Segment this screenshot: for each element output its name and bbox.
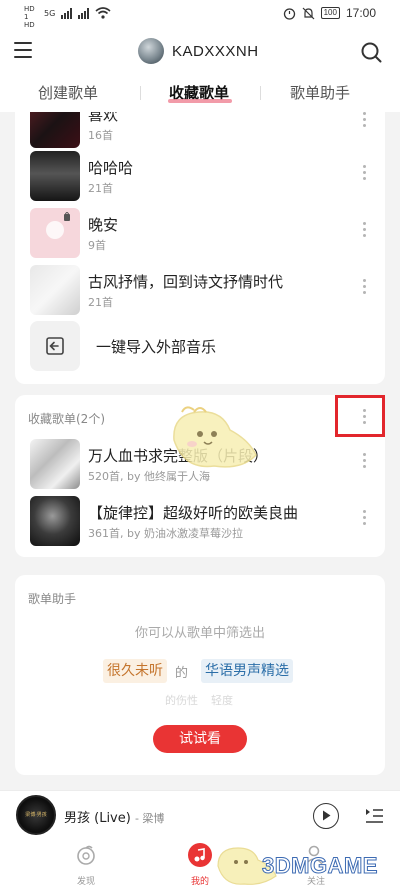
mini-player[interactable]: 梁博·男孩 男孩 (Live) - 梁博 xyxy=(0,790,400,838)
connector-text: 的 xyxy=(175,666,189,681)
playlist-cover-art xyxy=(46,212,70,239)
playlist-item[interactable]: 古风抒情，回到诗文抒情时代 21首 xyxy=(30,265,370,315)
play-icon xyxy=(323,810,331,821)
playlist-cover xyxy=(30,265,80,315)
playlist-tabs: 创建歌单 收藏歌单 歌单助手 xyxy=(0,76,400,112)
song-title: 男孩 (Live) xyxy=(64,811,131,826)
playlist-count: 9首 xyxy=(88,239,106,252)
clock: 17:00 xyxy=(345,6,376,20)
created-playlists-card: 喜欢 16首 哈哈哈 21首 晚安 9首 古风抒情，回到诗文抒情时代 21首 一… xyxy=(15,112,385,384)
tab-divider xyxy=(260,86,261,100)
signal-icon-2 xyxy=(78,7,90,19)
playlist-title: 晚安 xyxy=(88,216,119,234)
import-music-button[interactable]: 一键导入外部音乐 xyxy=(30,321,370,371)
tab-created[interactable]: 创建歌单 xyxy=(38,82,98,103)
playlist-helper-card: 歌单助手 你可以从歌单中筛选出 很久未听 的 华语男声精选 的伤性 轻度 试试看 xyxy=(15,575,385,775)
faded-tag: 轻度 xyxy=(211,694,233,707)
wifi-icon xyxy=(95,7,111,19)
playlist-count: 21首 xyxy=(88,296,113,309)
playlist-title: 喜欢 xyxy=(88,112,119,124)
sim1-label: HD 1 xyxy=(24,5,35,21)
status-bar: HD 1 HD 2 5G 100 17:00 xyxy=(0,0,400,37)
filter-tag[interactable]: 华语男声精选 xyxy=(201,659,293,683)
import-icon xyxy=(30,321,80,371)
mascot-watermark xyxy=(173,406,257,468)
now-playing-title: 男孩 (Live) - 梁博 xyxy=(64,807,164,826)
menu-icon[interactable] xyxy=(14,42,32,58)
alarm-icon xyxy=(283,7,295,20)
more-options-icon[interactable] xyxy=(358,222,370,244)
playlist-item[interactable]: 【旋律控】超级好听的欧美良曲 361首, by 奶油冰激凌草莓沙拉 xyxy=(30,496,370,546)
user-profile[interactable]: KADXXXNH xyxy=(138,38,259,64)
music-note-icon xyxy=(188,843,212,867)
playlist-title: 【旋律控】超级好听的欧美良曲 xyxy=(88,504,299,522)
mute-icon xyxy=(302,7,315,19)
signal-icon xyxy=(61,7,73,19)
highlight-annotation-box xyxy=(335,395,385,437)
playlist-subtitle: 361首, by 奶油冰激凌草莓沙拉 xyxy=(88,527,243,540)
filter-tag[interactable]: 很久未听 xyxy=(103,659,167,683)
discover-icon xyxy=(77,845,95,865)
play-button[interactable] xyxy=(313,803,339,829)
more-options-icon[interactable] xyxy=(358,510,370,532)
playlist-cover xyxy=(30,151,80,201)
tab-helper[interactable]: 歌单助手 xyxy=(290,82,350,103)
playlist-item[interactable]: 喜欢 16首 xyxy=(30,112,370,148)
try-button[interactable]: 试试看 xyxy=(153,725,247,753)
playlist-title: 古风抒情，回到诗文抒情时代 xyxy=(88,273,284,291)
playlist-queue-icon[interactable] xyxy=(364,805,384,825)
site-watermark: 3DMGAME xyxy=(262,853,378,879)
playlist-cover xyxy=(30,208,80,258)
helper-hint: 你可以从歌单中筛选出 xyxy=(134,626,265,641)
search-icon[interactable] xyxy=(360,41,382,63)
nav-label: 发现 xyxy=(76,877,95,887)
section-label: 收藏歌单(2个) xyxy=(28,412,105,426)
tab-divider xyxy=(140,86,141,100)
nav-discover[interactable]: 发现 xyxy=(56,842,116,887)
faded-tag: 的伤性 xyxy=(165,694,198,707)
now-playing-cover[interactable]: 梁博·男孩 xyxy=(16,795,56,835)
more-options-icon[interactable] xyxy=(358,279,370,301)
active-tab-indicator xyxy=(168,99,232,103)
avatar[interactable] xyxy=(138,38,164,64)
playlist-item[interactable]: 哈哈哈 21首 xyxy=(30,151,370,201)
playlist-cover xyxy=(30,112,80,148)
section-label: 歌单助手 xyxy=(28,592,77,606)
playlist-cover xyxy=(30,439,80,489)
more-options-icon[interactable] xyxy=(358,165,370,187)
playlist-item[interactable]: 晚安 9首 xyxy=(30,208,370,258)
username: KADXXXNH xyxy=(172,42,259,60)
song-artist: - 梁博 xyxy=(134,812,165,825)
app-header: KADXXXNH xyxy=(0,28,400,76)
sim-indicator: HD 1 HD 2 xyxy=(24,5,38,37)
playlist-cover xyxy=(30,496,80,546)
more-options-icon[interactable] xyxy=(358,453,370,475)
playlist-title: 哈哈哈 xyxy=(88,159,134,177)
network-type: 5G xyxy=(44,8,56,18)
import-label: 一键导入外部音乐 xyxy=(96,338,217,356)
battery-icon: 100 xyxy=(320,7,340,19)
playlist-count: 16首 xyxy=(88,129,113,142)
more-options-icon[interactable] xyxy=(358,112,370,134)
playlist-count: 21首 xyxy=(88,182,113,195)
cover-text: 梁博·男孩 xyxy=(25,812,47,818)
